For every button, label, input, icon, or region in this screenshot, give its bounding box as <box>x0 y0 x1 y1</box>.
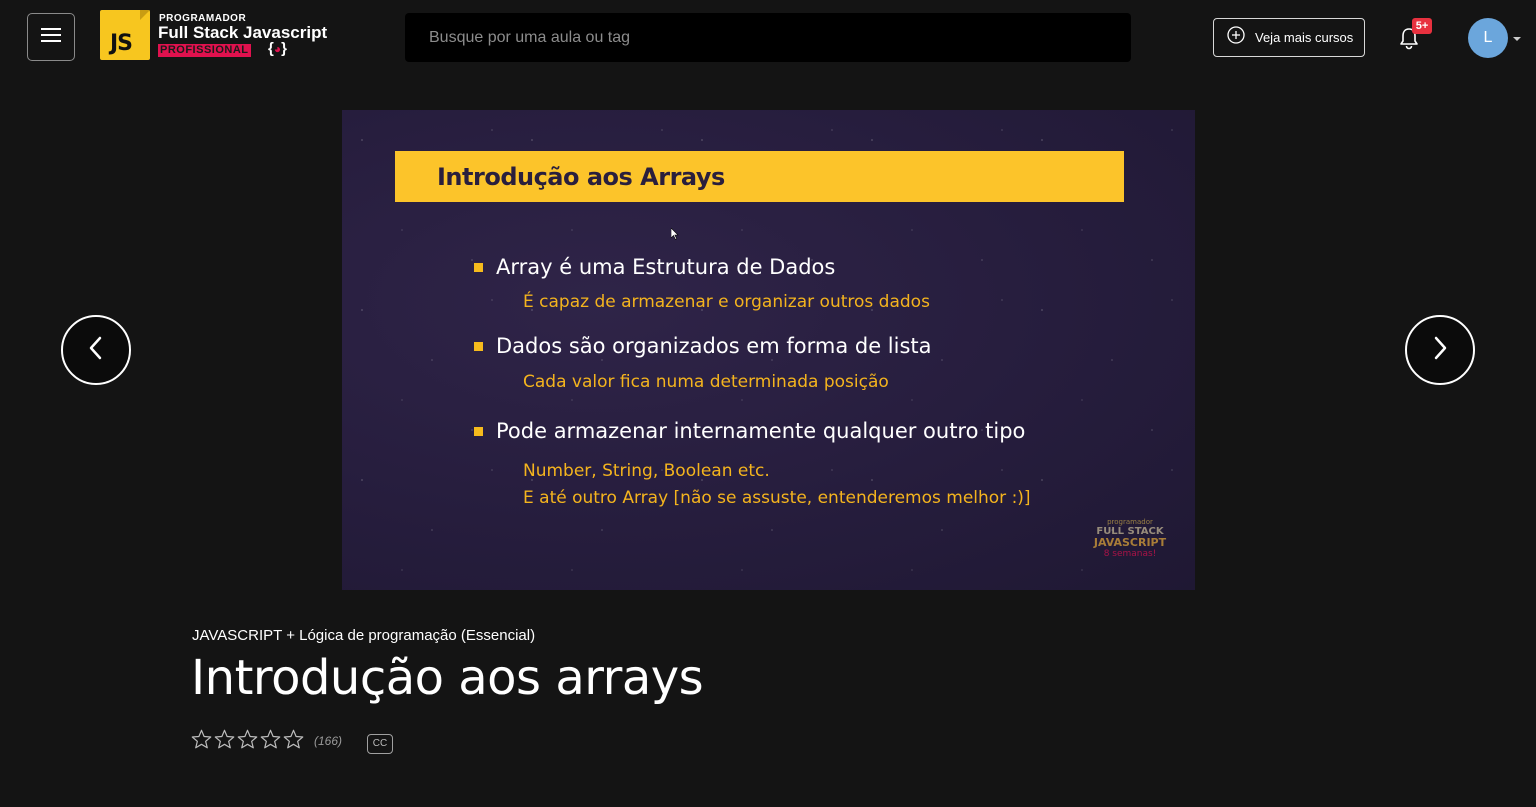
search-input[interactable] <box>405 13 1131 62</box>
video-player[interactable]: Introdução aos Arrays Array é uma Estrut… <box>342 110 1195 590</box>
chevron-left-icon <box>86 334 106 367</box>
bullet-icon <box>474 342 483 351</box>
closed-captions-button[interactable]: CC <box>367 734 393 754</box>
slide-bullet-1: Array é uma Estrutura de Dados <box>496 255 836 279</box>
slide-sub-3a: Number, String, Boolean etc. <box>523 461 770 481</box>
logo-fold <box>140 10 150 20</box>
hamburger-icon <box>41 27 61 48</box>
slide-sub-3b: E até outro Array [não se assuste, enten… <box>523 488 1031 508</box>
avatar[interactable]: L <box>1468 18 1508 58</box>
chevron-right-icon <box>1430 334 1450 367</box>
bullet-icon <box>474 263 483 272</box>
mouse-cursor-icon <box>670 227 679 245</box>
star-icon[interactable] <box>283 729 304 749</box>
star-icon[interactable] <box>214 729 235 749</box>
slide-watermark: programador FULL STACK JAVASCRIPT 8 sema… <box>1093 518 1167 559</box>
more-courses-button[interactable]: Veja mais cursos <box>1213 18 1365 57</box>
menu-button[interactable] <box>27 13 75 61</box>
slide-title: Introdução aos Arrays <box>437 163 725 191</box>
logo-braces-icon: {◕} <box>268 40 287 57</box>
more-courses-label: Veja mais cursos <box>1255 30 1354 45</box>
notification-badge: 5+ <box>1412 18 1432 34</box>
rating-count: (166) <box>314 734 343 748</box>
star-rating[interactable] <box>191 729 304 749</box>
page-title: Introdução aos arrays <box>191 650 704 706</box>
chevron-down-icon[interactable] <box>1513 37 1521 41</box>
star-icon[interactable] <box>191 729 212 749</box>
star-icon[interactable] <box>260 729 281 749</box>
slide-sub-2: Cada valor fica numa determinada posição <box>523 372 889 392</box>
slide-bullet-2: Dados são organizados em forma de lista <box>496 334 932 358</box>
logo-pro-tag: PROFISSIONAL <box>158 44 251 57</box>
previous-lesson-button[interactable] <box>61 315 131 385</box>
slide-title-bar: Introdução aos Arrays <box>395 151 1124 202</box>
slide-bullet-3: Pode armazenar internamente qualquer out… <box>496 419 1026 443</box>
plus-circle-icon <box>1227 26 1245 49</box>
next-lesson-button[interactable] <box>1405 315 1475 385</box>
brand-logo[interactable]: JS PROGRAMADOR Full Stack Javascript PRO… <box>100 10 350 62</box>
bullet-icon <box>474 427 483 436</box>
logo-title: Full Stack Javascript <box>158 23 328 42</box>
star-icon[interactable] <box>237 729 258 749</box>
course-name[interactable]: JAVASCRIPT + Lógica de programação (Esse… <box>192 627 535 644</box>
slide-sub-1: É capaz de armazenar e organizar outros … <box>523 292 930 312</box>
